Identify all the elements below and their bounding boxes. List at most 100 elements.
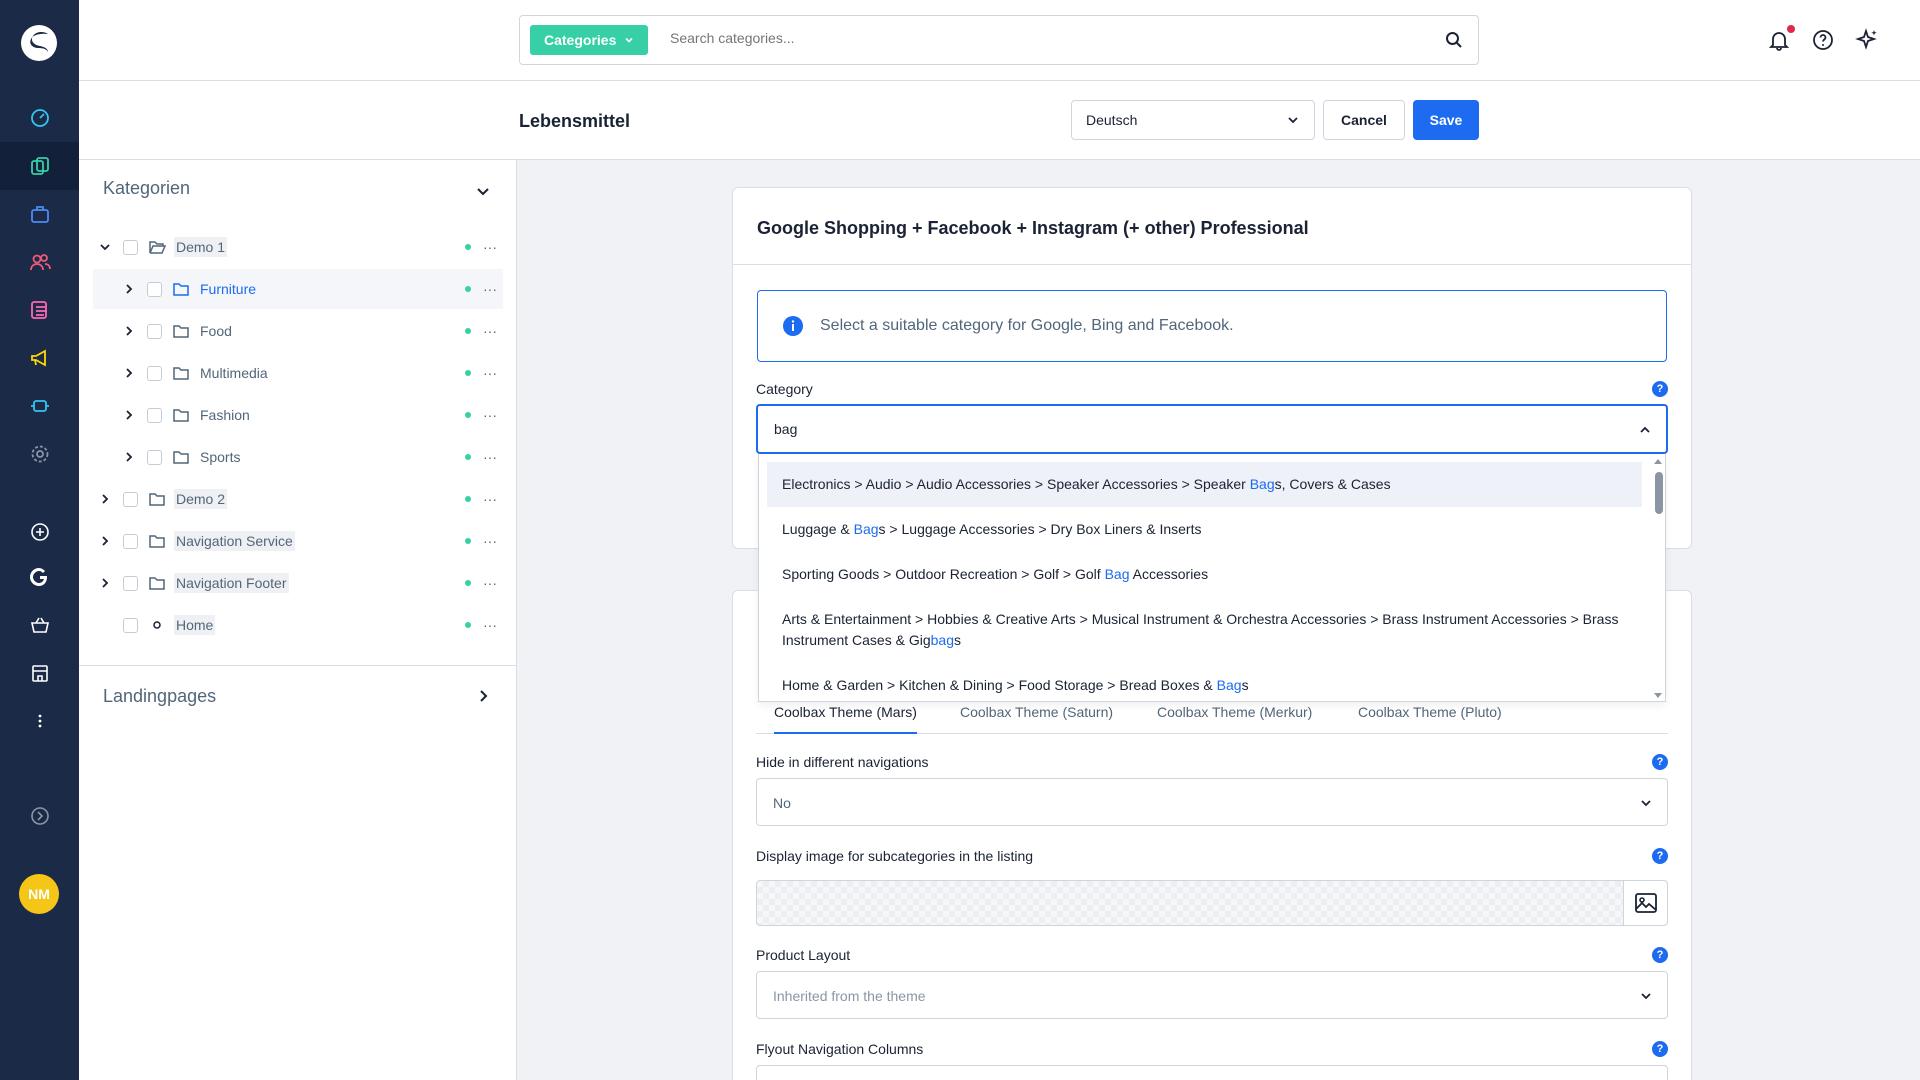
checkbox[interactable] [123, 239, 138, 255]
page-title: Lebensmittel [519, 111, 631, 131]
more-options-icon[interactable]: ··· [483, 407, 497, 423]
nav-more-icon[interactable] [0, 697, 79, 745]
cancel-button[interactable]: Cancel [1323, 100, 1405, 140]
tree-item[interactable]: Navigation Service ··· [93, 521, 503, 561]
chevron-up-icon [1640, 426, 1650, 433]
chevron-right-icon[interactable] [121, 365, 137, 381]
help-icon[interactable]: ? [1652, 848, 1668, 864]
product-layout-select[interactable]: Inherited from the theme [756, 971, 1668, 1019]
chevron-down-icon[interactable] [97, 239, 113, 255]
search-input[interactable] [670, 30, 1370, 46]
image-upload-button[interactable] [1623, 881, 1667, 925]
subcategory-image-field[interactable] [756, 880, 1668, 926]
tree-item[interactable]: Food ··· [93, 311, 503, 351]
tab-theme-merkur[interactable]: Coolbax Theme (Merkur) [1157, 704, 1312, 734]
chevron-right-icon[interactable] [97, 491, 113, 507]
more-options-icon[interactable]: ··· [483, 617, 497, 633]
category-dropdown-list: Electronics > Audio > Audio Accessories … [758, 454, 1666, 702]
chevron-right-icon[interactable] [97, 533, 113, 549]
landingpages-header[interactable]: Landingpages [103, 686, 216, 707]
more-options-icon[interactable]: ··· [483, 239, 497, 255]
dropdown-option[interactable]: Arts & Entertainment > Hobbies & Creativ… [767, 597, 1642, 663]
nav-google-icon[interactable] [0, 553, 79, 601]
more-options-icon[interactable]: ··· [483, 575, 497, 591]
flyout-columns-select[interactable] [756, 1065, 1668, 1080]
tab-theme-saturn[interactable]: Coolbax Theme (Saturn) [960, 704, 1113, 734]
hide-navigations-select[interactable]: No [756, 778, 1668, 826]
option-text: s > Luggage Accessories > Dry Box Liners… [878, 521, 1202, 537]
nav-add-icon[interactable] [0, 508, 79, 556]
more-options-icon[interactable]: ··· [483, 449, 497, 465]
checkbox[interactable] [123, 617, 138, 633]
help-icon[interactable] [1811, 28, 1835, 52]
dropdown-option[interactable]: Electronics > Audio > Audio Accessories … [767, 462, 1642, 507]
search-icon[interactable] [1444, 30, 1464, 50]
chevron-right-icon[interactable] [121, 323, 137, 339]
checkbox[interactable] [147, 407, 162, 423]
help-icon[interactable]: ? [1652, 947, 1668, 963]
checkbox[interactable] [147, 449, 162, 465]
nav-store-icon[interactable] [0, 649, 79, 697]
product-layout-label: Product Layout [756, 947, 851, 963]
help-icon[interactable]: ? [1652, 381, 1668, 397]
nav-marketing-icon[interactable] [0, 334, 79, 382]
more-options-icon[interactable]: ··· [483, 281, 497, 297]
checkbox[interactable] [123, 533, 138, 549]
more-options-icon[interactable]: ··· [483, 323, 497, 339]
nav-catalogues-icon[interactable] [0, 142, 79, 190]
chevron-down-icon[interactable] [474, 182, 492, 200]
nav-customers-icon[interactable] [0, 238, 79, 286]
chevron-right-icon[interactable] [474, 687, 492, 705]
dropdown-option[interactable]: Sporting Goods > Outdoor Recreation > Go… [767, 552, 1642, 597]
checkbox[interactable] [147, 323, 162, 339]
nav-content-icon[interactable] [0, 286, 79, 334]
folder-icon [173, 451, 189, 464]
tree-item[interactable]: Multimedia ··· [93, 353, 503, 393]
nav-orders-icon[interactable] [0, 190, 79, 238]
more-options-icon[interactable]: ··· [483, 533, 497, 549]
tree-item[interactable]: Navigation Footer ··· [93, 563, 503, 603]
chevron-right-icon[interactable] [121, 407, 137, 423]
sparkle-icon[interactable] [1855, 28, 1879, 52]
language-select[interactable]: Deutsch [1071, 100, 1315, 140]
category-combobox[interactable]: bag [756, 404, 1668, 454]
help-icon[interactable]: ? [1652, 1041, 1668, 1057]
nav-basket-icon[interactable] [0, 601, 79, 649]
checkbox[interactable] [123, 491, 138, 507]
tree-item[interactable]: Fashion ··· [93, 395, 503, 435]
tree-item[interactable]: Demo 2 ··· [93, 479, 503, 519]
save-button[interactable]: Save [1413, 100, 1479, 140]
option-text: s, Covers & Cases [1274, 476, 1391, 492]
checkbox[interactable] [123, 575, 138, 591]
tree-item[interactable]: Furniture ··· [93, 269, 503, 309]
nav-expand-icon[interactable] [0, 792, 79, 840]
shopware-logo-icon[interactable] [18, 22, 60, 64]
main-navigation: NM [0, 0, 79, 1080]
more-options-icon[interactable]: ··· [483, 365, 497, 381]
chevron-right-icon[interactable] [121, 281, 137, 297]
nav-extensions-icon[interactable] [0, 382, 79, 430]
tree-item[interactable]: Home ··· [93, 605, 503, 645]
scrollbar-thumb[interactable] [1655, 472, 1663, 514]
tree-item[interactable]: Sports ··· [93, 437, 503, 477]
chevron-right-icon[interactable] [121, 449, 137, 465]
tab-theme-pluto[interactable]: Coolbax Theme (Pluto) [1358, 704, 1502, 734]
checkbox[interactable] [147, 365, 162, 381]
more-options-icon[interactable]: ··· [483, 491, 497, 507]
dropdown-scrollbar[interactable] [1651, 454, 1665, 701]
help-icon[interactable]: ? [1652, 754, 1668, 770]
option-text: Electronics > Audio > Audio Accessories … [782, 476, 1250, 492]
dropdown-option[interactable]: Luggage & Bags > Luggage Accessories > D… [767, 507, 1642, 552]
info-icon [783, 316, 803, 336]
chevron-right-icon[interactable] [97, 575, 113, 591]
tab-theme-mars[interactable]: Coolbax Theme (Mars) [774, 704, 917, 734]
user-avatar[interactable]: NM [19, 874, 59, 914]
tree-item-label: Navigation Service [174, 531, 295, 551]
tree-item[interactable]: Demo 1 ··· [93, 227, 503, 267]
checkbox[interactable] [147, 281, 162, 297]
nav-settings-icon[interactable] [0, 430, 79, 478]
dropdown-option[interactable]: Home & Garden > Kitchen & Dining > Food … [767, 663, 1642, 701]
search-type-dropdown[interactable]: Categories [530, 25, 649, 55]
nav-dashboard-icon[interactable] [0, 94, 79, 142]
